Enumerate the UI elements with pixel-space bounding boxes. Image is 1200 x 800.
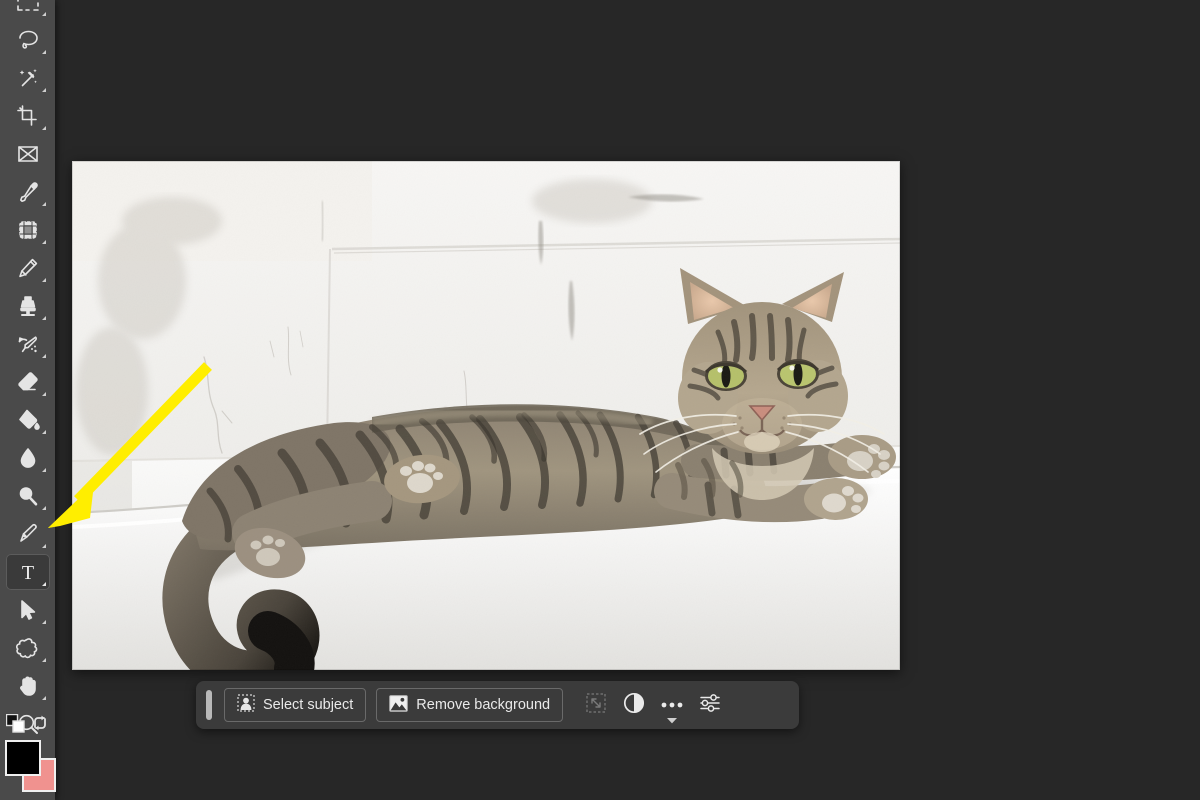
image-icon: [389, 694, 408, 716]
spot-heal-icon: [16, 218, 40, 242]
tool-dodge[interactable]: [6, 478, 50, 514]
person-selection-icon: [237, 694, 255, 716]
tool-flyout-marker: [41, 50, 46, 54]
tools-panel[interactable]: T: [0, 0, 56, 800]
tool-flyout-marker: [41, 696, 46, 700]
remove-background-label: Remove background: [416, 697, 551, 713]
foreground-color-swatch[interactable]: [5, 740, 41, 776]
default-colors-icon[interactable]: [5, 713, 26, 739]
tool-flyout-marker: [41, 88, 46, 92]
tool-clone-stamp[interactable]: [6, 288, 50, 324]
tool-paint-bucket[interactable]: [6, 402, 50, 438]
tool-flyout-marker: [41, 240, 46, 244]
clone-stamp-icon: [16, 294, 40, 318]
frame-icon: [16, 142, 40, 166]
marquee-icon: [16, 0, 40, 14]
tool-flyout-marker: [41, 620, 46, 624]
tool-flyout-marker: [41, 202, 46, 206]
tool-magic-wand[interactable]: [6, 60, 50, 96]
tool-brush[interactable]: [6, 250, 50, 286]
tool-pen[interactable]: [6, 516, 50, 552]
properties-button[interactable]: [691, 688, 729, 722]
remove-background-button[interactable]: Remove background: [376, 688, 564, 722]
select-subject-button[interactable]: Select subject: [224, 688, 367, 722]
sliders-icon: [699, 693, 721, 718]
history-brush-icon: [16, 332, 40, 356]
transform-icon: [586, 692, 606, 718]
star-shape-icon: [15, 636, 40, 660]
tool-marquee[interactable]: [6, 0, 50, 20]
crop-icon: [16, 104, 40, 128]
eyedropper-icon: [16, 180, 40, 204]
tool-flyout-marker: [41, 658, 46, 662]
tool-spot-heal[interactable]: [6, 212, 50, 248]
taskbar-drag-handle[interactable]: [206, 690, 212, 720]
dodge-icon: [16, 484, 40, 508]
tool-shape[interactable]: [6, 630, 50, 666]
tool-hand[interactable]: [6, 668, 50, 704]
pen-icon: [16, 522, 40, 546]
tool-flyout-marker: [41, 582, 46, 586]
tool-flyout-marker: [41, 278, 46, 282]
paint-bucket-icon: [16, 408, 40, 432]
tool-flyout-marker: [41, 506, 46, 510]
pencil-icon: [16, 256, 40, 280]
tool-flyout-marker: [41, 316, 46, 320]
lasso-icon: [16, 28, 40, 52]
swatch-controls[interactable]: [0, 712, 55, 738]
image-canvas[interactable]: [72, 161, 900, 670]
water-drop-icon: [16, 446, 40, 470]
tool-history-brush[interactable]: [6, 326, 50, 362]
adjustment-button[interactable]: [615, 688, 653, 722]
more-options-button[interactable]: [653, 688, 691, 724]
svg-text:T: T: [21, 562, 33, 584]
select-subject-label: Select subject: [263, 697, 354, 713]
tool-flyout-marker: [41, 126, 46, 130]
hand-icon: [16, 674, 40, 698]
chevron-down-icon: [667, 711, 678, 729]
tool-flyout-marker: [41, 354, 46, 358]
tool-crop[interactable]: [6, 98, 50, 134]
text-type-icon: T: [16, 560, 40, 584]
tool-flyout-marker: [41, 430, 46, 434]
swap-colors-icon[interactable]: [31, 714, 49, 737]
magic-wand-icon: [16, 66, 40, 90]
tool-frame[interactable]: [6, 136, 50, 172]
tool-lasso[interactable]: [6, 22, 50, 58]
tool-flyout-marker: [41, 468, 46, 472]
tool-flyout-marker: [41, 392, 46, 396]
tool-blur[interactable]: [6, 440, 50, 476]
tool-type[interactable]: T: [5, 554, 50, 590]
cursor-arrow-icon: [16, 598, 40, 622]
color-swatches[interactable]: [0, 738, 56, 794]
contrast-icon: [623, 692, 645, 719]
tool-path-select[interactable]: [6, 592, 50, 628]
contextual-task-bar[interactable]: Select subject Remove background: [196, 681, 799, 729]
tool-flyout-marker: [41, 544, 46, 548]
tool-eraser[interactable]: [6, 364, 50, 400]
transform-button[interactable]: [577, 688, 615, 722]
tool-flyout-marker: [41, 12, 46, 16]
eraser-icon: [16, 370, 40, 394]
cat-photo: [72, 161, 900, 670]
tool-eyedropper[interactable]: [6, 174, 50, 210]
